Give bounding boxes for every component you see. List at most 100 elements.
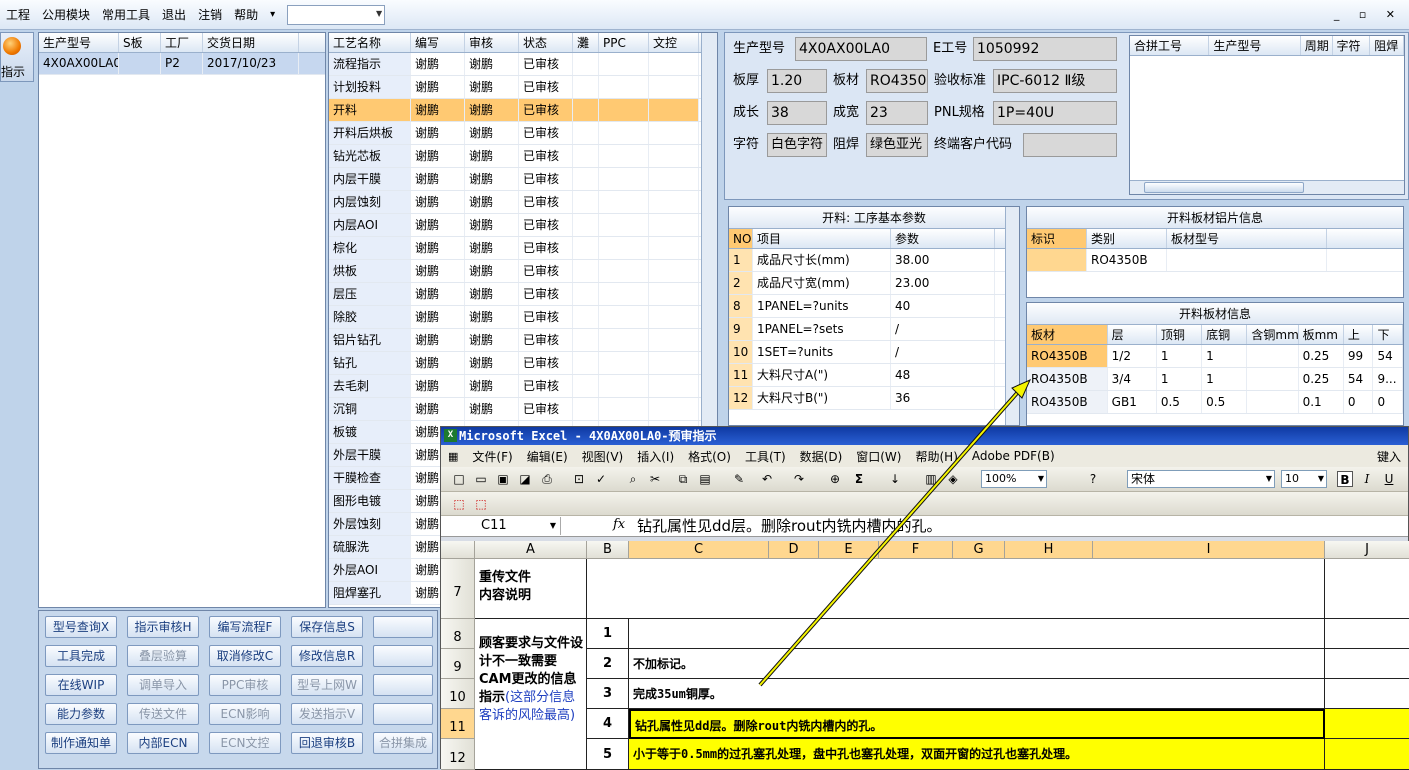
zoom-select[interactable]: 100% ▼ [981, 470, 1047, 488]
excel-menu-item[interactable]: 窗口(W) [849, 448, 908, 465]
sheet-cell[interactable]: 4 [587, 709, 629, 739]
merge-hscrollbar[interactable] [1130, 180, 1404, 194]
column-header-j[interactable]: J [1325, 541, 1409, 559]
action-button[interactable]: 发送指示V [291, 703, 363, 725]
formula-input[interactable]: 钻孔属性见dd层。删除rout内铣内槽内的孔。 [637, 516, 941, 536]
action-button[interactable]: 制作通知单 [45, 732, 117, 754]
table-row[interactable]: 内层干膜 谢鹏 谢鹏 已审核 [329, 168, 717, 191]
table-row[interactable]: 8 1PANEL=?units 40 [729, 295, 1019, 318]
menu-item[interactable]: 工程 [0, 0, 36, 30]
new-icon[interactable]: □ [451, 471, 467, 487]
table-row[interactable]: 沉铜 谢鹏 谢鹏 已审核 [329, 398, 717, 421]
print-preview-icon[interactable]: ⊡ [571, 471, 587, 487]
action-button[interactable]: 指示审核H [127, 616, 199, 638]
column-header-i[interactable]: I [1093, 541, 1325, 559]
table-row[interactable]: 计划投料 谢鹏 谢鹏 已审核 [329, 76, 717, 99]
pdf-icon[interactable]: ⬚ [451, 496, 467, 512]
select-all-corner[interactable] [441, 541, 475, 559]
table-row[interactable]: 10 1SET=?units / [729, 341, 1019, 364]
row-header[interactable]: 12 [441, 739, 475, 770]
sheet-cell[interactable]: 5 [587, 739, 629, 770]
table-row[interactable]: 钻孔 谢鹏 谢鹏 已审核 [329, 352, 717, 375]
table-row[interactable]: 内层蚀刻 谢鹏 谢鹏 已审核 [329, 191, 717, 214]
action-button[interactable]: 型号查询X [45, 616, 117, 638]
table-row[interactable]: RO4350B 3/4 1 1 0.25 54 9... [1027, 368, 1403, 391]
excel-menu-item[interactable]: 格式(O) [681, 448, 738, 465]
drawing-icon[interactable]: ◈ [945, 471, 961, 487]
research-icon[interactable]: ⌕ [625, 471, 641, 487]
sheet-cell[interactable]: 顾客要求与文件设计不一致需要CAM更改的信息指示(这部分信息客诉的风险最高) [475, 619, 587, 770]
action-button[interactable] [373, 645, 433, 667]
sheet-cell[interactable] [1325, 649, 1409, 679]
sheet-cell[interactable]: 重传文件 内容说明 [475, 559, 587, 619]
action-button[interactable]: 在线WIP [45, 674, 117, 696]
action-button[interactable]: 内部ECN [127, 732, 199, 754]
action-button[interactable]: 保存信息S [291, 616, 363, 638]
size-select[interactable]: 10 ▼ [1281, 470, 1327, 488]
table-row[interactable]: 11 大料尺寸A(") 48 [729, 364, 1019, 387]
action-button[interactable] [373, 703, 433, 725]
field-mask[interactable]: 绿色亚光 [866, 133, 928, 157]
menu-item[interactable]: 常用工具 [96, 0, 156, 30]
table-row[interactable]: RO4350B GB1 0.5 0.5 0.1 0 0 [1027, 391, 1403, 414]
copy-icon[interactable]: ⧉ [675, 471, 691, 487]
table-row[interactable]: 棕化 谢鹏 谢鹏 已审核 [329, 237, 717, 260]
menu-combo[interactable]: ▼ [287, 4, 386, 25]
field-pnl[interactable]: 1P=40U [993, 101, 1117, 125]
sheet-cell[interactable] [1325, 679, 1409, 709]
field-len[interactable]: 38 [767, 101, 827, 125]
save-icon[interactable]: ▣ [495, 471, 511, 487]
params-scrollbar[interactable] [1005, 207, 1019, 425]
sheet-cell[interactable]: 小于等于0.5mm的过孔塞孔处理，盘中孔也塞孔处理，双面开窗的过孔也塞孔处理。 [629, 739, 1325, 770]
sheet-cell[interactable] [1325, 559, 1409, 619]
action-button[interactable]: 叠层验算 [127, 645, 199, 667]
column-header-h[interactable]: H [1005, 541, 1093, 559]
help-icon[interactable]: ? [1085, 471, 1101, 487]
sheet-cell[interactable] [587, 559, 1325, 619]
column-header-d[interactable]: D [769, 541, 819, 559]
field-job[interactable]: 1050992 [973, 37, 1117, 61]
action-button[interactable]: 调单导入 [127, 674, 199, 696]
column-header-g[interactable]: G [953, 541, 1005, 559]
spell-icon[interactable]: ✓ [593, 471, 609, 487]
excel-menu-item[interactable]: 文件(F) [465, 448, 519, 465]
table-row[interactable]: 层压 谢鹏 谢鹏 已审核 [329, 283, 717, 306]
field-char[interactable]: 白色字符 [767, 133, 827, 157]
field-wid[interactable]: 23 [866, 101, 928, 125]
underline-icon[interactable]: U [1381, 471, 1397, 487]
table-row[interactable]: 去毛刺 谢鹏 谢鹏 已审核 [329, 375, 717, 398]
action-button[interactable] [373, 674, 433, 696]
permission-icon[interactable]: ◪ [517, 471, 533, 487]
field-thick[interactable]: 1.20 [767, 69, 827, 93]
field-mat[interactable]: RO4350B [866, 69, 928, 93]
table-row[interactable]: 开料 谢鹏 谢鹏 已审核 [329, 99, 717, 122]
sheet-cell[interactable]: 2 [587, 649, 629, 679]
excel-menu-item[interactable]: Adobe PDF(B) [965, 449, 1062, 463]
italic-icon[interactable]: I [1359, 471, 1375, 487]
table-row[interactable]: 9 1PANEL=?sets / [729, 318, 1019, 341]
table-row[interactable]: 12 大料尺寸B(") 36 [729, 387, 1019, 410]
sheet-cell[interactable]: 完成35um铜厚。 [629, 679, 1325, 709]
field-cust[interactable] [1023, 133, 1117, 157]
table-row[interactable]: RO4350B [1027, 249, 1403, 272]
hyperlink-icon[interactable]: ⊕ [827, 471, 843, 487]
sheet-cell[interactable]: 钻孔属性见dd层。删除rout内铣内槽内的孔。 [629, 709, 1325, 739]
table-row[interactable]: 4X0AX00LA0 P2 2017/10/23 [39, 53, 325, 75]
action-button[interactable]: 合拼集成 [373, 732, 433, 754]
sort-asc-icon[interactable]: ↓ [887, 471, 903, 487]
column-header-f[interactable]: F [879, 541, 953, 559]
table-row[interactable]: 开料后烘板 谢鹏 谢鹏 已审核 [329, 122, 717, 145]
cut-icon[interactable]: ✂ [647, 471, 663, 487]
column-header-e[interactable]: E [819, 541, 879, 559]
field-model[interactable]: 4X0AX00LA0 [795, 37, 927, 61]
open-icon[interactable]: ▭ [473, 471, 489, 487]
excel-menu-item[interactable]: 编辑(E) [520, 448, 575, 465]
paste-icon[interactable]: ▤ [697, 471, 713, 487]
row-header[interactable]: 7 [441, 559, 475, 619]
column-header-a[interactable]: A [475, 541, 587, 559]
format-painter-icon[interactable]: ✎ [731, 471, 747, 487]
sheet-cell[interactable]: 不加标记。 [629, 649, 1325, 679]
field-std[interactable]: IPC-6012 Ⅱ级 [993, 69, 1117, 93]
table-row[interactable]: 钻光芯板 谢鹏 谢鹏 已审核 [329, 145, 717, 168]
sheet-cell[interactable] [629, 619, 1325, 649]
